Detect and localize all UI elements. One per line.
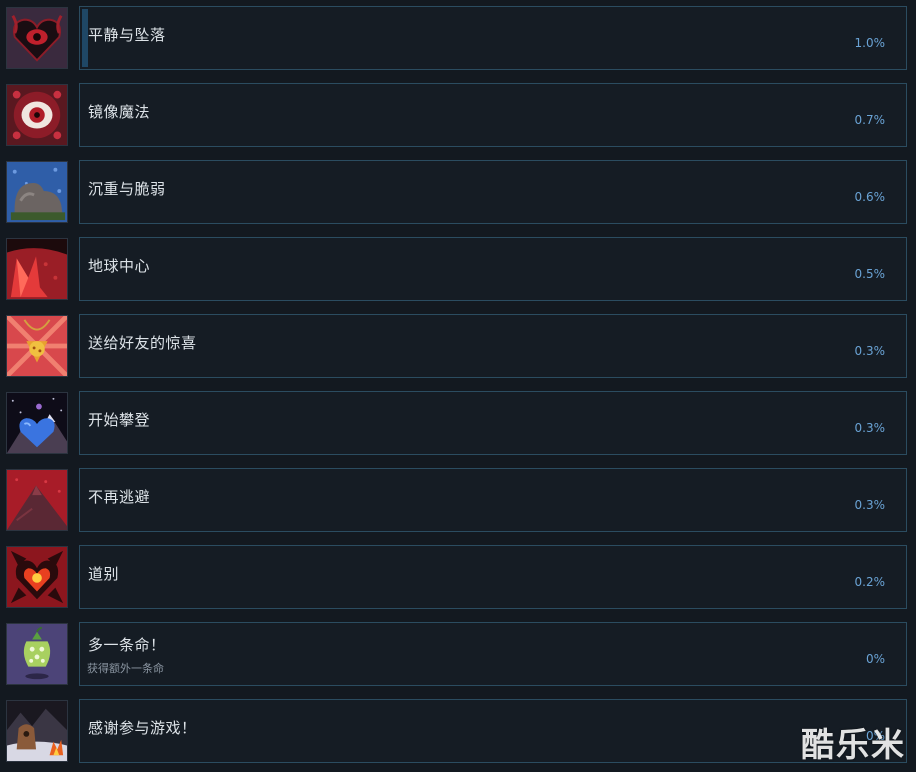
achievement-row: 开始攀登 0.3% (0, 391, 916, 455)
achievement-row: 多一条命！ 获得额外一条命 0% (0, 622, 916, 686)
blue-heart-mountain-icon (6, 392, 68, 454)
achievement-title: 感谢参与游戏！ (88, 719, 197, 737)
achievement-row: 地球中心 0.5% (0, 237, 916, 301)
achievement-card[interactable]: 道别 0.2% (79, 545, 907, 609)
achievement-percent: 0.2% (854, 575, 886, 589)
achievement-row: 镜像魔法 0.7% (0, 83, 916, 147)
achievement-row: 感谢参与游戏！ 0% (0, 699, 916, 763)
achievement-title: 送给好友的惊喜 (88, 334, 197, 352)
achievement-row: 平静与坠落 1.0% (0, 6, 916, 70)
achievement-title: 地球中心 (88, 257, 151, 275)
achievement-row: 不再逃避 0.3% (0, 468, 916, 532)
achievement-percent: 0.5% (854, 267, 886, 281)
achievement-card[interactable]: 多一条命！ 获得额外一条命 0% (79, 622, 907, 686)
achievement-description: 获得额外一条命 (87, 662, 164, 675)
achievement-percent: 0.6% (854, 190, 886, 204)
achievement-title: 多一条命！ (88, 636, 166, 654)
achievement-percent: 0% (865, 652, 885, 666)
achievement-percent: 0.3% (854, 421, 886, 435)
achievement-percent: 0.3% (854, 344, 886, 358)
achievement-row: 沉重与脆弱 0.6% (0, 160, 916, 224)
achievement-card[interactable]: 平静与坠落 1.0% (79, 6, 907, 70)
achievement-card[interactable]: 地球中心 0.5% (79, 237, 907, 301)
watermark-logo: 酷乐米 (801, 725, 906, 764)
achievement-card[interactable]: 沉重与脆弱 0.6% (79, 160, 907, 224)
achievement-card[interactable]: 不再逃避 0.3% (79, 468, 907, 532)
achievement-title: 道别 (88, 565, 120, 583)
achievement-percent: 0.3% (854, 498, 886, 512)
achievement-title: 不再逃避 (88, 488, 151, 506)
achievement-card[interactable]: 开始攀登 0.3% (79, 391, 907, 455)
achievement-percent: 1.0% (854, 36, 886, 50)
dark-heart-eye-icon (6, 7, 68, 69)
stone-heart-icon (6, 161, 68, 223)
strawberry-pendant-icon (6, 315, 68, 377)
red-eye-icon (6, 84, 68, 146)
achievement-card[interactable]: 镜像魔法 0.7% (79, 83, 907, 147)
achievement-title: 沉重与脆弱 (88, 180, 166, 198)
achievement-row: 道别 0.2% (0, 545, 916, 609)
achievement-title: 镜像魔法 (88, 103, 151, 121)
achievement-card[interactable]: 送给好友的惊喜 0.3% (79, 314, 907, 378)
achievement-title: 平静与坠落 (88, 26, 166, 44)
achievement-card[interactable]: 感谢参与游戏！ 0% (79, 699, 907, 763)
spiked-red-heart-icon (6, 546, 68, 608)
campfire-icon (6, 700, 68, 762)
achievement-percent: 0.7% (854, 113, 886, 127)
red-crystal-icon (6, 238, 68, 300)
red-mountain-icon (6, 469, 68, 531)
achievement-row: 送给好友的惊喜 0.3% (0, 314, 916, 378)
achievement-title: 开始攀登 (88, 411, 151, 429)
winged-berry-icon (6, 623, 68, 685)
